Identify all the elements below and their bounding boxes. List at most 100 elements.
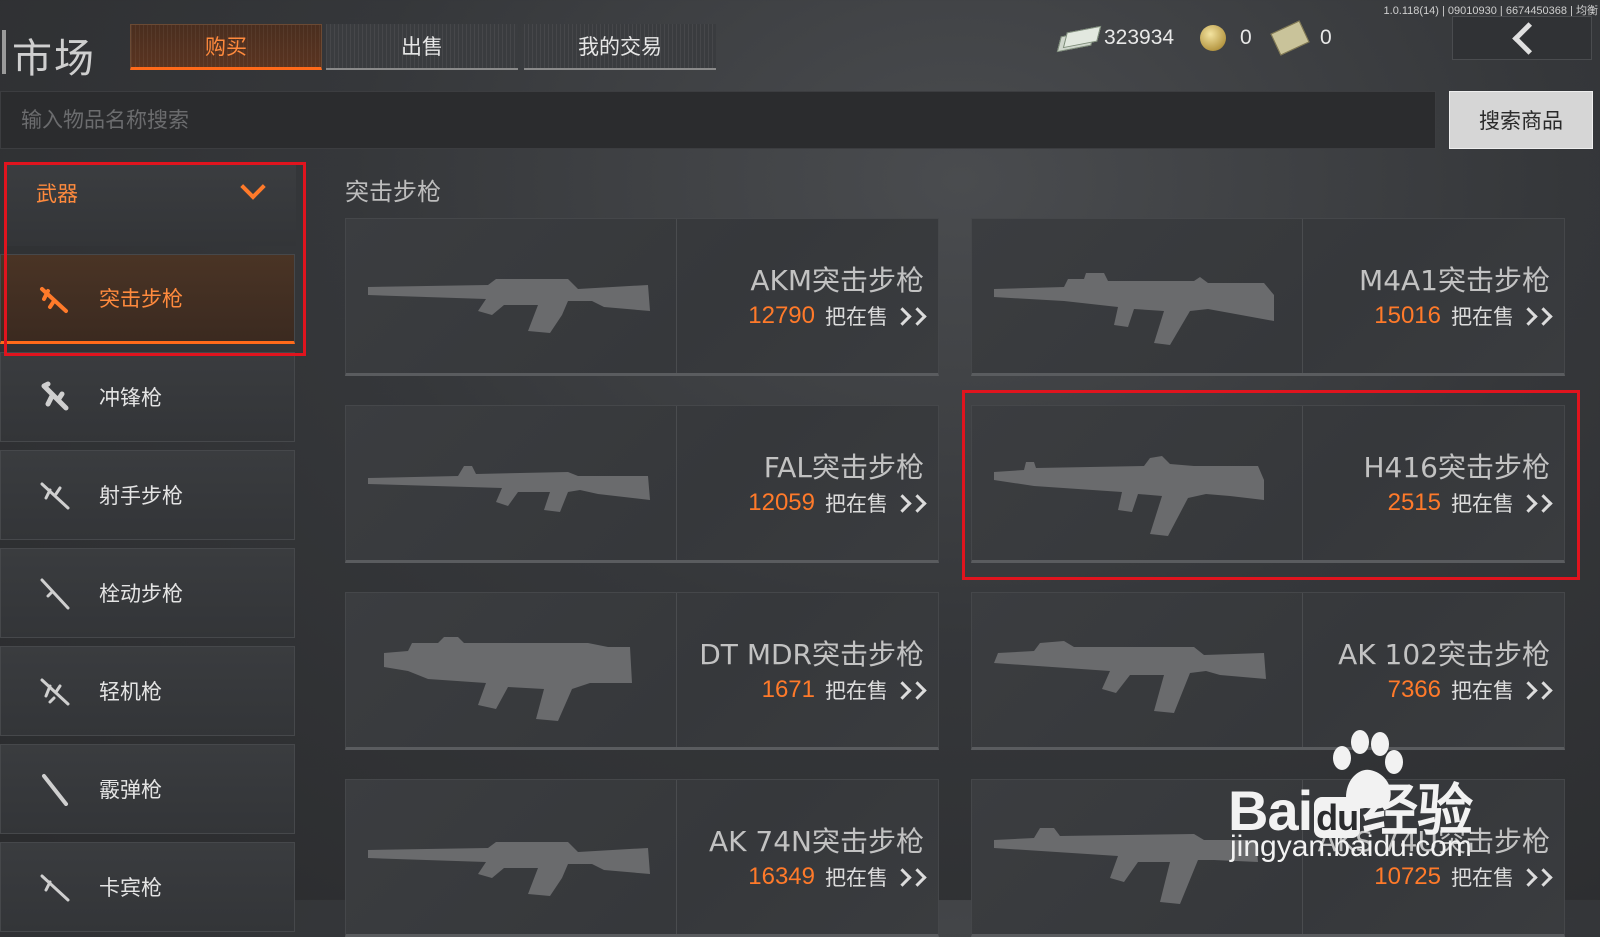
- cash-amount: 323934: [1104, 26, 1175, 49]
- sale-label: 把在售: [825, 679, 888, 703]
- sale-count: 7366: [1387, 676, 1441, 703]
- double-chevron-right-icon: [893, 680, 927, 700]
- sidebar-item-label: 栓动步枪: [99, 582, 183, 606]
- fal-image: [368, 466, 650, 512]
- tab-buy[interactable]: 购买: [130, 24, 322, 70]
- ak102-image: [994, 641, 1266, 713]
- product-name: AK 74N突击步枪: [709, 825, 924, 858]
- baidu-jingyan-watermark: Bai du经验 jingyan.baidu.com: [1228, 728, 1528, 868]
- sidebar-item-lmg[interactable]: 轻机枪: [0, 646, 295, 736]
- sale-count: 12790: [748, 302, 815, 329]
- m4a1-image: [994, 273, 1274, 345]
- watermark-url: jingyan.baidu.com: [1230, 830, 1472, 863]
- product-sale-info: 2515 把在售: [1387, 488, 1553, 518]
- sidebar-item-assault-rifle[interactable]: 突击步枪: [0, 254, 295, 344]
- page-title: 市场: [12, 36, 96, 82]
- product-name: M4A1突击步枪: [1359, 264, 1550, 297]
- shotgun-icon: [35, 769, 75, 809]
- sidebar-item-label: 突击步枪: [99, 287, 183, 311]
- double-chevron-right-icon: [893, 306, 927, 326]
- coin-amount: 0: [1240, 26, 1252, 49]
- double-chevron-right-icon: [893, 493, 927, 513]
- lmg-icon: [35, 671, 75, 711]
- sidebar-item-carbine[interactable]: 卡宾枪: [0, 842, 295, 932]
- tab-my-trades[interactable]: 我的交易: [524, 24, 716, 70]
- gun-image: [972, 219, 1303, 373]
- sale-label: 把在售: [825, 866, 888, 890]
- cash-icon: [1058, 27, 1096, 49]
- product-card-fal[interactable]: FAL突击步枪 12059 把在售: [345, 405, 939, 563]
- product-card-akm[interactable]: AKM突击步枪 12790 把在售: [345, 218, 939, 376]
- double-chevron-right-icon: [1519, 867, 1553, 887]
- sale-label: 把在售: [825, 305, 888, 329]
- sidebar-item-shotgun[interactable]: 霰弹枪: [0, 744, 295, 834]
- product-card-dt-mdr[interactable]: DT MDR突击步枪 1671 把在售: [345, 592, 939, 750]
- sidebar-item-marksman-rifle[interactable]: 射手步枪: [0, 450, 295, 540]
- double-chevron-right-icon: [1519, 680, 1553, 700]
- product-name: DT MDR突击步枪: [699, 638, 924, 671]
- gun-image: [972, 406, 1303, 560]
- gun-image: [972, 593, 1303, 747]
- currency-cash: 323934: [1058, 22, 1174, 54]
- gun-image: [346, 593, 677, 747]
- akm-image: [368, 279, 650, 333]
- coin-icon: [1200, 25, 1226, 51]
- product-name: AK 102突击步枪: [1338, 638, 1550, 671]
- product-sale-info: 12790 把在售: [748, 301, 927, 331]
- product-sale-info: 16349 把在售: [748, 862, 927, 892]
- double-chevron-right-icon: [1519, 493, 1553, 513]
- gun-image: [346, 219, 677, 373]
- tab-sell[interactable]: 出售: [326, 24, 518, 70]
- currency-coin: 0: [1200, 22, 1252, 54]
- bolt-action-rifle-icon: [35, 573, 75, 613]
- sale-label: 把在售: [1451, 679, 1514, 703]
- search-button[interactable]: 搜索商品: [1449, 91, 1593, 149]
- back-button[interactable]: [1452, 16, 1592, 60]
- double-chevron-right-icon: [1519, 306, 1553, 326]
- chevron-down-icon: [240, 174, 266, 200]
- assault-rifle-icon: [35, 278, 75, 318]
- sale-count: 12059: [748, 489, 815, 516]
- product-card-h416[interactable]: H416突击步枪 2515 把在售: [971, 405, 1565, 563]
- product-card-ak102[interactable]: AK 102突击步枪 7366 把在售: [971, 592, 1565, 750]
- smg-icon: [35, 377, 75, 417]
- dt-mdr-image: [384, 637, 632, 721]
- h416-image: [994, 456, 1264, 536]
- product-card-ak74n[interactable]: AK 74N突击步枪 16349 把在售: [345, 779, 939, 937]
- category-weapons-header[interactable]: 武器: [6, 164, 296, 246]
- product-name: H416突击步枪: [1363, 451, 1551, 484]
- category-label: 武器: [36, 182, 78, 206]
- product-sale-info: 7366 把在售: [1387, 675, 1553, 705]
- sidebar-item-smg[interactable]: 冲锋枪: [0, 352, 295, 442]
- sidebar-item-label: 霰弹枪: [99, 778, 162, 802]
- currency-ticket: 0: [1270, 20, 1332, 56]
- sidebar-item-label: 轻机枪: [99, 680, 162, 704]
- search-input[interactable]: [0, 91, 1436, 149]
- back-chevron-icon: [1511, 21, 1545, 55]
- sale-count: 1671: [761, 676, 815, 703]
- sidebar-item-label: 卡宾枪: [99, 876, 162, 900]
- product-card-m4a1[interactable]: M4A1突击步枪 15016 把在售: [971, 218, 1565, 376]
- ak74n-image: [368, 842, 650, 896]
- sale-label: 把在售: [1451, 492, 1514, 516]
- section-title: 突击步枪: [345, 178, 441, 206]
- sale-count: 2515: [1387, 489, 1441, 516]
- sidebar-item-label: 冲锋枪: [99, 386, 162, 410]
- sale-label: 把在售: [825, 492, 888, 516]
- gun-image: [346, 406, 677, 560]
- carbine-icon: [35, 867, 75, 907]
- product-name: AKM突击步枪: [750, 264, 924, 297]
- gun-image: [346, 780, 677, 934]
- sale-count: 16349: [748, 863, 815, 890]
- product-sale-info: 12059 把在售: [748, 488, 927, 518]
- sidebar-item-label: 射手步枪: [99, 484, 183, 508]
- sale-label: 把在售: [1451, 305, 1514, 329]
- sidebar-item-bolt-action-rifle[interactable]: 栓动步枪: [0, 548, 295, 638]
- product-name: FAL突击步枪: [763, 451, 924, 484]
- marksman-rifle-icon: [35, 475, 75, 515]
- title-accent-bar: [2, 30, 6, 74]
- double-chevron-right-icon: [893, 867, 927, 887]
- product-sale-info: 15016 把在售: [1374, 301, 1553, 331]
- ticket-amount: 0: [1320, 26, 1332, 49]
- sale-count: 15016: [1374, 302, 1441, 329]
